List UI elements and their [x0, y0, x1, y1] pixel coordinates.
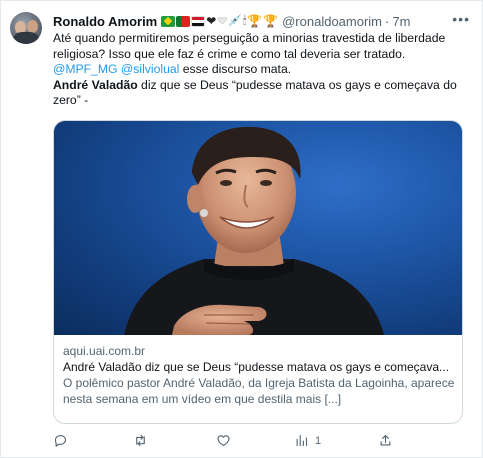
portugal-flag-icon: [176, 15, 191, 27]
card-title: André Valadão diz que se Deus “pudesse m…: [63, 360, 449, 374]
card-image[interactable]: [54, 121, 462, 335]
lantern-icon: 🕯: [243, 15, 247, 27]
tweet-line-end: esse discurso mata.: [179, 62, 292, 76]
link-card[interactable]: aqui.uai.com.br André Valadão diz que se…: [53, 120, 463, 424]
tweet[interactable]: Ronaldo Amorim ❤ ❤ 💉 🕯 🏆 🏆 @ronaldoamori…: [0, 0, 483, 458]
card-domain: aqui.uai.com.br: [63, 344, 146, 358]
retweet-icon: [136, 434, 145, 447]
tweet-text: Até quando permitiremos perseguição a mi…: [53, 31, 471, 109]
separator-dot: ·: [385, 13, 390, 29]
mention-link[interactable]: @silviolual: [121, 62, 179, 76]
reply-icon: [54, 434, 67, 447]
portrait-illustration: [124, 126, 384, 335]
tweet-paragraph: André Valadão diz que se Deus “pudesse m…: [53, 78, 471, 109]
tweet-time[interactable]: 7m: [392, 14, 410, 29]
black-heart-icon: ❤: [206, 14, 217, 28]
trophy-icon: 🏆: [263, 14, 279, 28]
more-dots-icon[interactable]: •••: [452, 11, 470, 27]
views-button[interactable]: 1: [294, 433, 321, 448]
reply-button[interactable]: [53, 433, 74, 448]
egypt-flag-icon: [191, 15, 206, 27]
tweet-header: Ronaldo Amorim ❤ ❤ 💉 🕯 🏆 🏆 @ronaldoamori…: [53, 12, 410, 30]
brazil-flag-icon: [161, 15, 176, 27]
views-chart-icon: [296, 434, 308, 447]
white-heart-icon: ❤: [217, 14, 228, 28]
author-display-name[interactable]: Ronaldo Amorim: [53, 14, 157, 29]
card-meta[interactable]: aqui.uai.com.br André Valadão diz que se…: [63, 343, 455, 407]
syringe-icon: 💉: [228, 15, 243, 27]
views-count: 1: [315, 434, 322, 447]
heart-icon: [217, 435, 230, 447]
mention-link[interactable]: @MPF_MG: [53, 62, 118, 76]
like-button[interactable]: [216, 433, 237, 448]
tweet-actions: 1: [53, 433, 473, 449]
tweet-line: Até quando permitiremos perseguição a mi…: [53, 31, 446, 61]
trophy-icon: 🏆: [247, 14, 263, 28]
quoted-name: André Valadão: [53, 77, 138, 92]
card-description: O polêmico pastor André Valadão, da Igre…: [63, 376, 455, 406]
retweet-button[interactable]: [133, 433, 154, 448]
avatar-body: [12, 32, 40, 44]
tweet-paragraph: Até quando permitiremos perseguição a mi…: [53, 31, 471, 78]
share-icon: [380, 434, 391, 446]
avatar[interactable]: [10, 12, 42, 44]
share-button[interactable]: [378, 433, 393, 448]
name-emojis: ❤ ❤ 💉 🕯 🏆 🏆: [161, 14, 278, 28]
author-handle[interactable]: @ronaldoamorim: [282, 14, 382, 29]
